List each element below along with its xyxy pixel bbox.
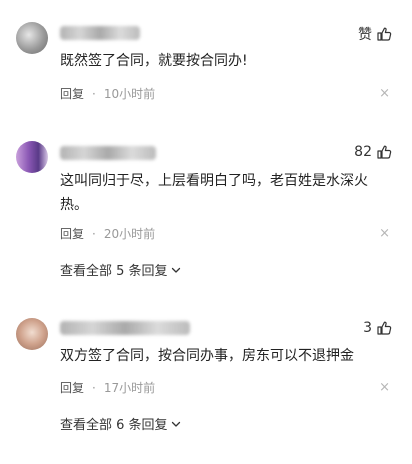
- close-icon[interactable]: ×: [379, 381, 390, 395]
- comment-text: 这叫同归于尽，上层看明白了吗，老百姓是水深火热。: [60, 173, 368, 213]
- avatar[interactable]: [16, 318, 48, 350]
- view-all-replies-button[interactable]: 查看全部 6 条回复: [60, 414, 182, 433]
- separator-dot: ·: [92, 380, 96, 395]
- comment-time: 20小时前: [103, 227, 156, 241]
- separator-dot: ·: [92, 86, 96, 101]
- thumbs-up-icon: [377, 145, 392, 159]
- chevron-down-icon: [171, 267, 180, 273]
- like-label: 赞: [358, 27, 372, 43]
- separator-dot: ·: [92, 226, 96, 241]
- view-all-replies-button[interactable]: 查看全部 5 条回复: [60, 260, 182, 279]
- thumbs-up-icon: [377, 27, 392, 41]
- view-all-replies-label: 查看全部 5 条回复: [60, 264, 168, 279]
- avatar[interactable]: [16, 22, 48, 54]
- username-blurred[interactable]: [60, 26, 140, 40]
- reply-button[interactable]: 回复: [60, 85, 84, 102]
- username-blurred[interactable]: [60, 321, 190, 335]
- avatar[interactable]: [16, 141, 48, 173]
- comment-time: 10小时前: [103, 87, 156, 101]
- like-button[interactable]: 3: [363, 320, 392, 336]
- close-icon[interactable]: ×: [379, 227, 390, 241]
- comment-meta: 回复 · 20小时前: [60, 225, 155, 242]
- like-count: 82: [354, 144, 372, 160]
- reply-button[interactable]: 回复: [60, 225, 84, 242]
- like-count: 3: [363, 320, 372, 336]
- like-button[interactable]: 82: [354, 144, 392, 160]
- like-button[interactable]: 赞: [358, 24, 392, 44]
- comment-text: 既然签了合同，就要按合同办!: [60, 53, 248, 69]
- chevron-down-icon: [171, 421, 180, 427]
- comment-meta: 回复 · 17小时前: [60, 379, 155, 396]
- comment-text: 双方签了合同，按合同办事，房东可以不退押金: [60, 348, 354, 364]
- username-blurred[interactable]: [60, 146, 156, 160]
- comment-meta: 回复 · 10小时前: [60, 85, 155, 102]
- view-all-replies-label: 查看全部 6 条回复: [60, 418, 168, 433]
- reply-button[interactable]: 回复: [60, 379, 84, 396]
- close-icon[interactable]: ×: [379, 87, 390, 101]
- comment-time: 17小时前: [103, 381, 156, 395]
- thumbs-up-icon: [377, 321, 392, 335]
